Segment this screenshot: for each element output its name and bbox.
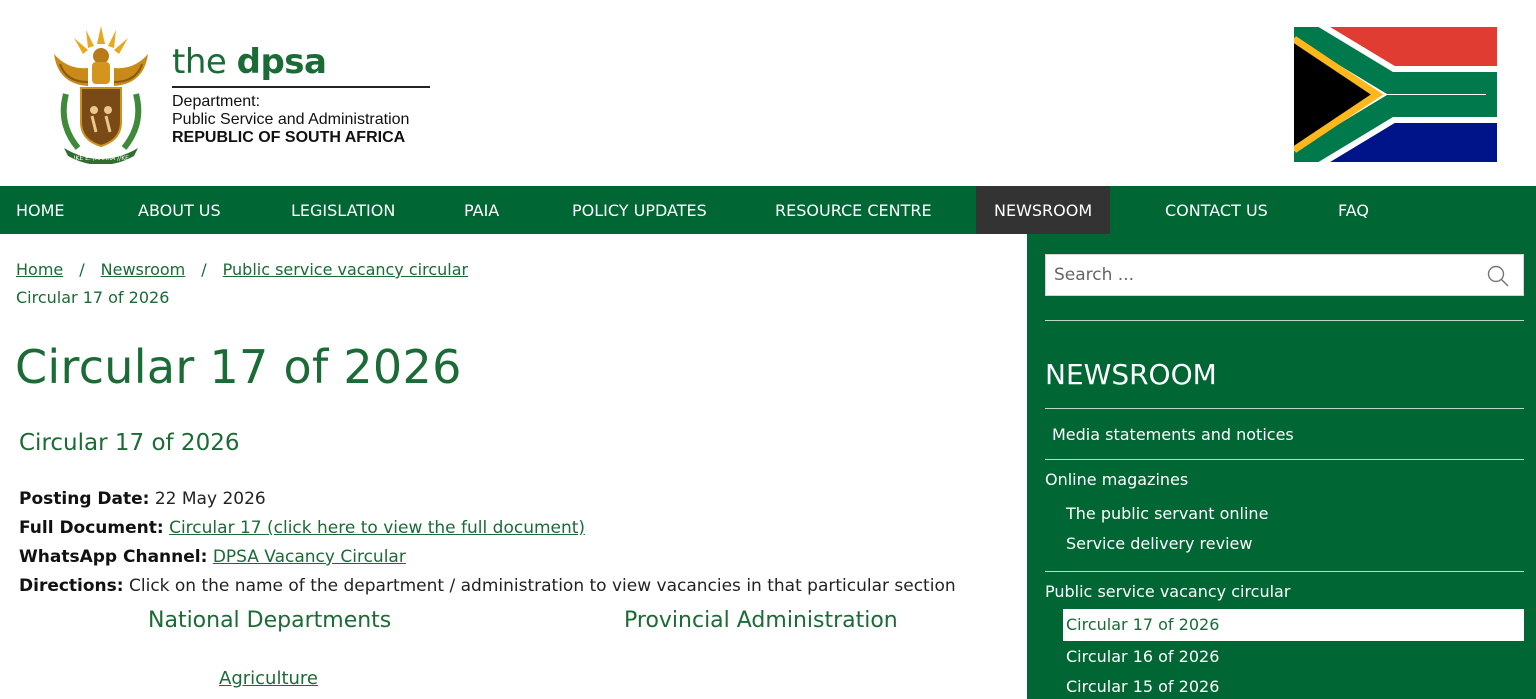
coat-of-arms-logo[interactable]: !KE E: /XARRA //KE bbox=[48, 24, 154, 164]
breadcrumb-current: Circular 17 of 2026 bbox=[16, 288, 170, 307]
site-header: !KE E: /XARRA //KE the dpsa Department: … bbox=[0, 0, 1536, 186]
nav-home[interactable]: HOME bbox=[16, 186, 65, 234]
department-link-agriculture[interactable]: Agriculture bbox=[219, 668, 318, 689]
sidebar-item-service-delivery[interactable]: Service delivery review bbox=[1066, 534, 1252, 553]
search-box bbox=[1045, 254, 1524, 296]
brand-line-3: REPUBLIC OF SOUTH AFRICA bbox=[172, 129, 406, 146]
whatsapp-channel-link[interactable]: DPSA Vacancy Circular bbox=[213, 547, 406, 567]
south-africa-flag-icon bbox=[1294, 27, 1497, 162]
full-document-link[interactable]: Circular 17 (click here to view the full… bbox=[169, 518, 585, 538]
national-departments-heading: National Departments bbox=[148, 608, 392, 633]
nav-about-us[interactable]: ABOUT US bbox=[138, 186, 221, 234]
search-icon[interactable] bbox=[1487, 265, 1509, 287]
svg-text:!KE E: /XARRA //KE: !KE E: /XARRA //KE bbox=[73, 155, 129, 162]
main-content: Home / Newsroom / Public service vacancy cir… bbox=[0, 234, 1027, 699]
brand-line-1: Department: bbox=[172, 93, 261, 110]
posting-date: Posting Date: 22 May 2026 bbox=[19, 489, 266, 509]
brand-block[interactable]: the dpsa Department: Public Service and … bbox=[172, 40, 434, 147]
nav-resource-centre[interactable]: RESOURCE CENTRE bbox=[775, 186, 932, 234]
breadcrumb-separator: / bbox=[79, 260, 85, 279]
brand-divider bbox=[172, 86, 430, 88]
sidebar-item-circular-15[interactable]: Circular 15 of 2026 bbox=[1066, 677, 1219, 696]
nav-policy-updates[interactable]: POLICY UPDATES bbox=[572, 186, 707, 234]
sidebar-item-public-servant[interactable]: The public servant online bbox=[1066, 504, 1268, 523]
breadcrumb-newsroom[interactable]: Newsroom bbox=[101, 260, 186, 279]
nav-contact-us[interactable]: CONTACT US bbox=[1165, 186, 1268, 234]
article-subtitle: Circular 17 of 2026 bbox=[19, 430, 240, 456]
whatsapp-channel: WhatsApp Channel: DPSA Vacancy Circular bbox=[19, 547, 406, 567]
directions: Directions: Click on the name of the dep… bbox=[19, 576, 956, 596]
nav-faq[interactable]: FAQ bbox=[1338, 186, 1369, 234]
brand-title: the dpsa bbox=[172, 42, 327, 82]
sidebar-divider bbox=[1045, 408, 1524, 409]
sidebar-item-vacancy-circular[interactable]: Public service vacancy circular bbox=[1045, 582, 1290, 601]
nav-legislation[interactable]: LEGISLATION bbox=[291, 186, 395, 234]
provincial-administration-heading: Provincial Administration bbox=[624, 608, 898, 633]
search-input[interactable] bbox=[1046, 255, 1466, 295]
main-nav: HOME ABOUT US LEGISLATION PAIA POLICY UP… bbox=[0, 186, 1536, 234]
breadcrumb-vacancy-circular[interactable]: Public service vacancy circular bbox=[223, 260, 468, 279]
sidebar-item-circular-17[interactable]: Circular 17 of 2026 bbox=[1063, 609, 1524, 641]
sidebar-divider bbox=[1045, 320, 1524, 321]
nav-paia[interactable]: PAIA bbox=[464, 186, 499, 234]
breadcrumb: Home / Newsroom / Public service vacancy cir… bbox=[16, 260, 468, 279]
sidebar-item-online-magazines[interactable]: Online magazines bbox=[1045, 470, 1188, 489]
breadcrumb-separator: / bbox=[201, 260, 207, 279]
nav-newsroom[interactable]: NEWSROOM bbox=[976, 186, 1110, 234]
sidebar-item-media-statements[interactable]: Media statements and notices bbox=[1052, 425, 1294, 444]
page-title: Circular 17 of 2026 bbox=[15, 340, 462, 394]
breadcrumb-home[interactable]: Home bbox=[16, 260, 63, 279]
sidebar-item-circular-16[interactable]: Circular 16 of 2026 bbox=[1066, 647, 1219, 666]
sidebar-divider bbox=[1045, 571, 1524, 572]
sidebar-divider bbox=[1045, 459, 1524, 460]
brand-line-2: Public Service and Administration bbox=[172, 111, 410, 128]
sidebar: NEWSROOM Media statements and notices On… bbox=[1027, 234, 1536, 699]
sidebar-heading: NEWSROOM bbox=[1045, 358, 1217, 391]
full-document: Full Document: Circular 17 (click here t… bbox=[19, 518, 586, 538]
